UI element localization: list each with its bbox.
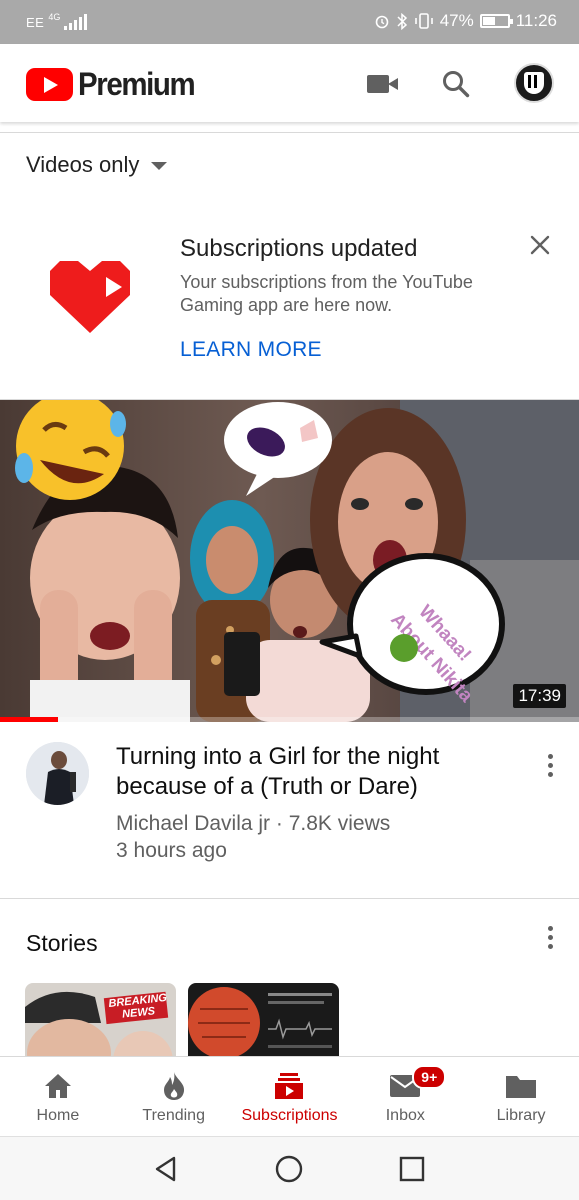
bluetooth-icon bbox=[397, 12, 407, 30]
story-card[interactable] bbox=[188, 983, 339, 1058]
flame-icon bbox=[157, 1071, 191, 1101]
divider bbox=[0, 898, 579, 899]
battery-level bbox=[482, 17, 495, 25]
close-icon[interactable] bbox=[524, 229, 556, 261]
nav-item-home[interactable]: Home bbox=[0, 1057, 116, 1136]
video-more-options-button[interactable] bbox=[540, 750, 560, 780]
youtube-heart-icon bbox=[50, 261, 130, 333]
video-metadata: Michael Davila jr · 7.8K views 3 hours a… bbox=[116, 810, 516, 864]
account-avatar[interactable] bbox=[514, 63, 554, 103]
home-circle-icon[interactable] bbox=[273, 1153, 305, 1185]
watch-progress-fill bbox=[0, 717, 58, 722]
learn-more-link[interactable]: LEARN MORE bbox=[180, 338, 322, 362]
nav-item-inbox[interactable]: 9+ Inbox bbox=[347, 1057, 463, 1136]
inbox-icon: 9+ bbox=[388, 1065, 447, 1101]
thumbnail-image: Whaaa! About Nikita bbox=[0, 400, 579, 722]
system-navigation-bar bbox=[0, 1136, 579, 1200]
club-crest-icon bbox=[524, 72, 544, 94]
search-button[interactable] bbox=[434, 62, 478, 106]
stories-more-options-button[interactable] bbox=[540, 922, 560, 952]
nav-label-trending: Trending bbox=[142, 1107, 205, 1124]
story-thumbnail bbox=[188, 983, 339, 1058]
carrier-label: EE bbox=[26, 15, 45, 30]
stories-heading: Stories bbox=[26, 930, 98, 956]
back-icon[interactable] bbox=[150, 1153, 182, 1185]
filter-label: Videos only bbox=[26, 152, 140, 177]
nav-item-subscriptions[interactable]: Subscriptions bbox=[232, 1057, 348, 1136]
inbox-badge: 9+ bbox=[412, 1065, 447, 1089]
search-icon bbox=[443, 71, 470, 98]
status-left: EE 4G bbox=[26, 12, 88, 30]
channel-avatar-image bbox=[26, 742, 89, 805]
nav-label-home: Home bbox=[36, 1107, 80, 1124]
story-card[interactable]: BREAKING NEWS bbox=[25, 983, 176, 1058]
subscriptions-promo-card: Subscriptions updated Your subscriptions… bbox=[0, 205, 579, 399]
status-bar: EE 4G 47% 11:26 bbox=[0, 0, 579, 44]
clock: 11:26 bbox=[515, 11, 557, 30]
alarm-icon bbox=[375, 15, 388, 29]
subscriptions-icon bbox=[272, 1071, 306, 1101]
watch-progress-bar bbox=[0, 717, 579, 722]
recents-icon[interactable] bbox=[396, 1153, 428, 1185]
nav-item-library[interactable]: Library bbox=[463, 1057, 579, 1136]
video-camera-icon bbox=[367, 75, 398, 93]
bottom-navigation: Home Trending Subscriptions 9+ Inbox Lib… bbox=[0, 1056, 579, 1136]
divider bbox=[0, 132, 579, 133]
status-right: 47% 11:26 bbox=[374, 11, 557, 31]
nav-label-library: Library bbox=[496, 1107, 546, 1124]
video-thumbnail[interactable]: Whaaa! About Nikita 17:39 bbox=[0, 400, 579, 722]
channel-avatar[interactable] bbox=[26, 742, 89, 805]
nav-label-subscriptions: Subscriptions bbox=[241, 1107, 338, 1124]
folder-icon bbox=[504, 1071, 538, 1101]
logo-wordmark: Premium bbox=[78, 66, 196, 102]
upload-age: 3 hours ago bbox=[116, 839, 227, 862]
network-label: 4G bbox=[48, 12, 61, 22]
app-bar: Premium bbox=[0, 44, 579, 122]
nav-item-trending[interactable]: Trending bbox=[116, 1057, 232, 1136]
home-icon bbox=[41, 1071, 75, 1101]
video-duration: 17:39 bbox=[513, 684, 566, 708]
youtube-premium-logo[interactable]: Premium bbox=[26, 66, 204, 103]
video-title[interactable]: Turning into a Girl for the night becaus… bbox=[116, 742, 516, 802]
upload-button[interactable] bbox=[356, 62, 400, 106]
promo-body: Your subscriptions from the YouTube Gami… bbox=[180, 272, 473, 315]
caret-down-icon bbox=[151, 162, 168, 170]
battery-icon bbox=[479, 14, 513, 28]
vibrate-icon bbox=[414, 13, 433, 29]
battery-percent: 47% bbox=[439, 11, 474, 30]
channel-and-views: Michael Davila jr · 7.8K views bbox=[116, 812, 391, 835]
youtube-play-icon bbox=[26, 68, 73, 101]
nav-label-inbox: Inbox bbox=[385, 1107, 425, 1124]
filter-dropdown[interactable]: Videos only bbox=[26, 152, 168, 178]
promo-title: Subscriptions updated bbox=[180, 235, 418, 262]
signal-icon bbox=[64, 14, 88, 30]
